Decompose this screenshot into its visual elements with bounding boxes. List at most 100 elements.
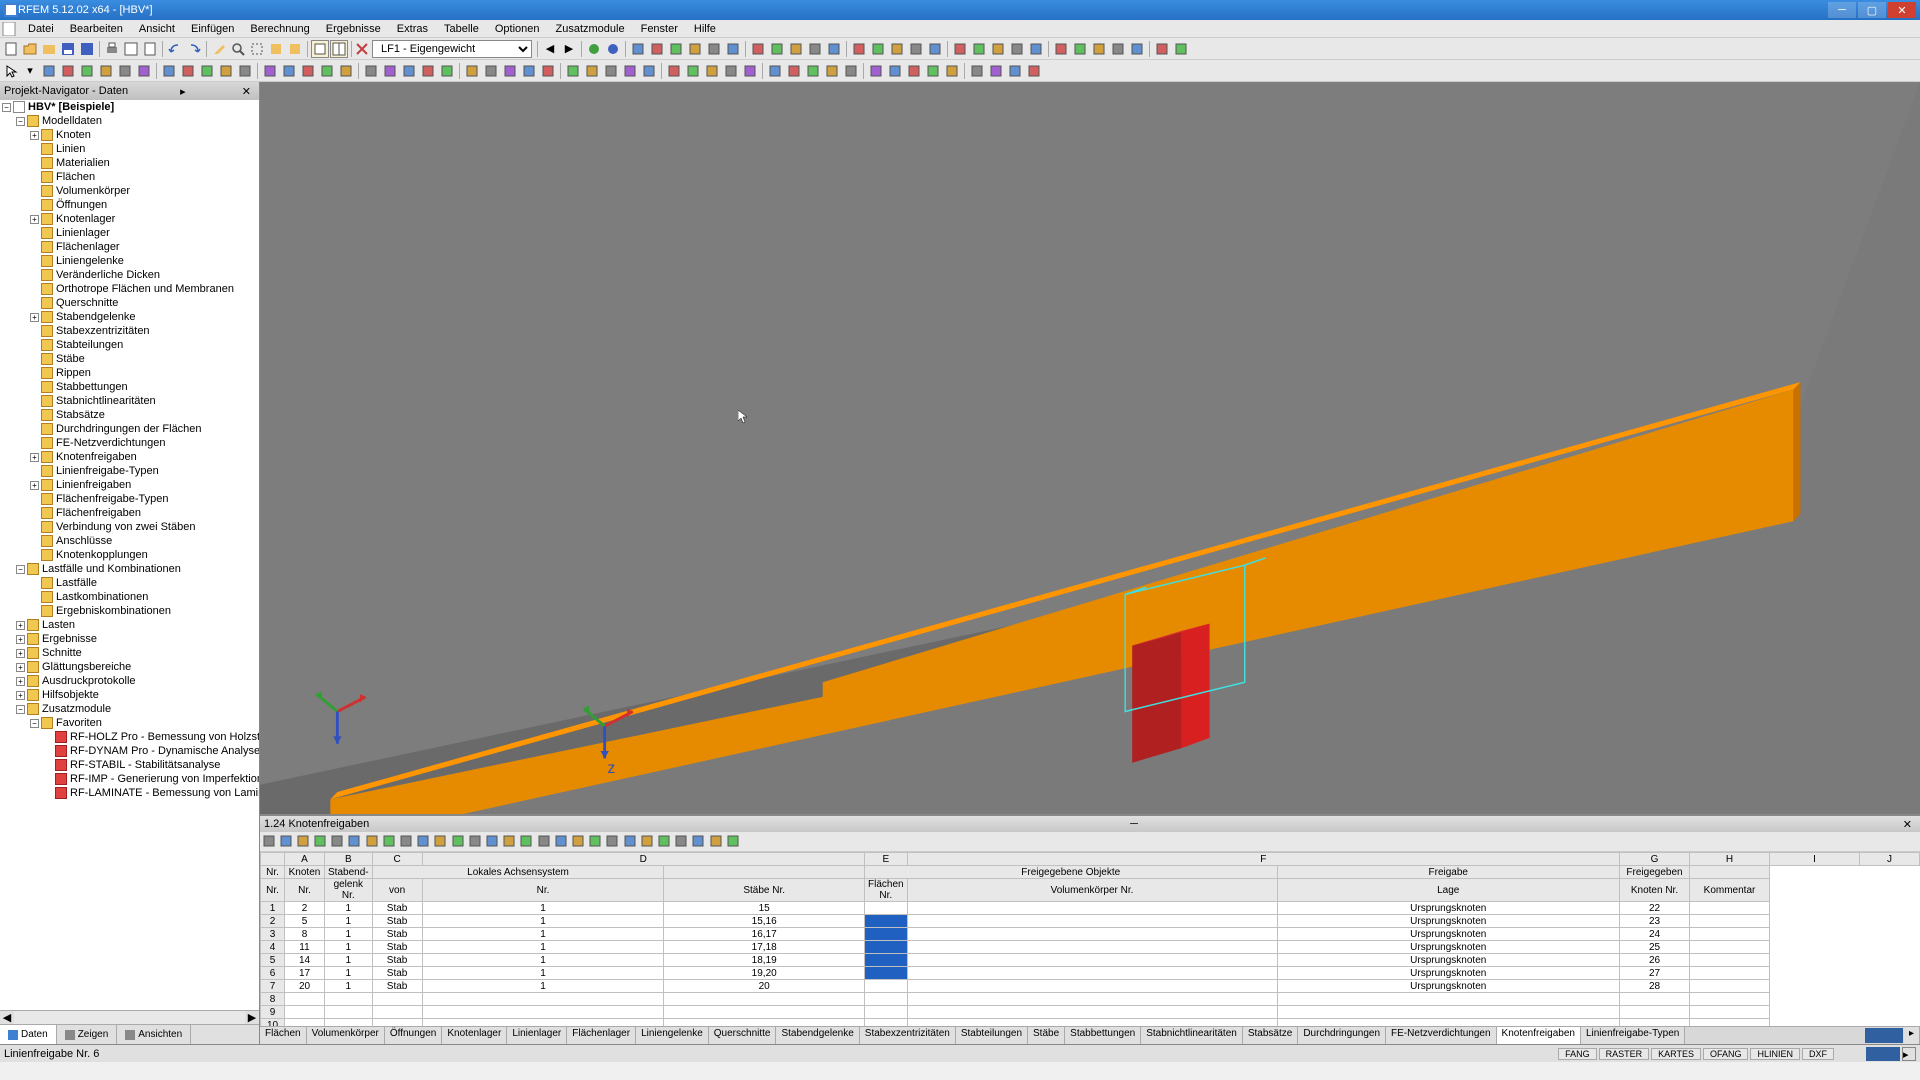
- table-cell[interactable]: [1277, 1006, 1620, 1019]
- calc-button[interactable]: [585, 40, 603, 58]
- tree-node[interactable]: Durchdringungen der Flächen: [0, 422, 259, 436]
- tree-expander[interactable]: +: [30, 131, 39, 140]
- table-cell[interactable]: 1: [422, 915, 664, 928]
- tb1-0[interactable]: [629, 40, 647, 58]
- table-tab[interactable]: Stabexzentrizitäten: [860, 1027, 956, 1044]
- table-cell[interactable]: 23: [1620, 915, 1690, 928]
- table-cell[interactable]: [907, 967, 1277, 980]
- table-cell[interactable]: 1: [422, 980, 664, 993]
- tb2-49[interactable]: [1025, 62, 1043, 80]
- tree-node[interactable]: Stabexzentrizitäten: [0, 324, 259, 338]
- tb2-0[interactable]: [40, 62, 58, 80]
- tb1-21[interactable]: [1052, 40, 1070, 58]
- table-cell[interactable]: [907, 1019, 1277, 1027]
- tree-node[interactable]: +Knotenfreigaben: [0, 450, 259, 464]
- tb1-26[interactable]: [1153, 40, 1171, 58]
- table-tab[interactable]: Durchdringungen: [1298, 1027, 1386, 1044]
- table-cell[interactable]: Ursprungsknoten: [1277, 954, 1620, 967]
- tb2-10[interactable]: [236, 62, 254, 80]
- tb2-33[interactable]: [703, 62, 721, 80]
- tree-node[interactable]: Flächenlager: [0, 240, 259, 254]
- table-tab[interactable]: Stabbettungen: [1065, 1027, 1141, 1044]
- ttb-5[interactable]: [347, 834, 363, 850]
- tree-node[interactable]: Flächenfreigaben: [0, 506, 259, 520]
- window2-button[interactable]: [330, 40, 348, 58]
- menu-fenster[interactable]: Fenster: [633, 21, 686, 37]
- tree-expander[interactable]: +: [30, 453, 39, 462]
- ttb-1[interactable]: [279, 834, 295, 850]
- tree-node[interactable]: +Schnitte: [0, 646, 259, 660]
- tree-node[interactable]: Stabbettungen: [0, 380, 259, 394]
- tree-node[interactable]: Liniengelenke: [0, 254, 259, 268]
- tree-node[interactable]: Flächen: [0, 170, 259, 184]
- tb2-32[interactable]: [684, 62, 702, 80]
- tb2-39[interactable]: [823, 62, 841, 80]
- table-cell[interactable]: [1690, 993, 1770, 1006]
- save-button[interactable]: [59, 40, 77, 58]
- tree-node[interactable]: RF-IMP - Generierung von Imperfektioner: [0, 772, 259, 786]
- table-cell[interactable]: 24: [1620, 928, 1690, 941]
- tb2-34[interactable]: [722, 62, 740, 80]
- table-close-button[interactable]: ✕: [1899, 818, 1916, 831]
- ttb-17[interactable]: [554, 834, 570, 850]
- ttb-14[interactable]: [502, 834, 518, 850]
- tree-node[interactable]: +Stabendgelenke: [0, 310, 259, 324]
- table-cell[interactable]: 1: [325, 902, 373, 915]
- undo-button[interactable]: [166, 40, 184, 58]
- ttb-4[interactable]: [330, 834, 346, 850]
- tree-node[interactable]: Ergebniskombinationen: [0, 604, 259, 618]
- tree-expander[interactable]: −: [2, 103, 11, 112]
- table-tab[interactable]: Stabteilungen: [956, 1027, 1028, 1044]
- tree-node[interactable]: +Knoten: [0, 128, 259, 142]
- table-cell[interactable]: [325, 1019, 373, 1027]
- new-button[interactable]: [2, 40, 20, 58]
- table-cell[interactable]: Ursprungsknoten: [1277, 980, 1620, 993]
- tb2-36[interactable]: [766, 62, 784, 80]
- menu-hilfe[interactable]: Hilfe: [686, 21, 724, 37]
- folder-button[interactable]: [40, 40, 58, 58]
- tb1-1[interactable]: [648, 40, 666, 58]
- tree-node[interactable]: −Zusatzmodule: [0, 702, 259, 716]
- tree-expander[interactable]: +: [30, 481, 39, 490]
- data-table[interactable]: ABCDEFGHIJNr.KnotenStabend-Lokales Achse…: [260, 852, 1920, 1026]
- table-tab[interactable]: Querschnitte: [709, 1027, 777, 1044]
- tree-node[interactable]: +Glättungsbereiche: [0, 660, 259, 674]
- menu-ergebnisse[interactable]: Ergebnisse: [318, 21, 389, 37]
- tb2-5[interactable]: [135, 62, 153, 80]
- tree-node[interactable]: Stäbe: [0, 352, 259, 366]
- tb2-35[interactable]: [741, 62, 759, 80]
- table-tab[interactable]: Knotenlager: [442, 1027, 507, 1044]
- table-cell[interactable]: [864, 993, 907, 1006]
- tb1-11[interactable]: [850, 40, 868, 58]
- table-cell[interactable]: [422, 1006, 664, 1019]
- table-cell[interactable]: 1: [422, 954, 664, 967]
- tb2-19[interactable]: [419, 62, 437, 80]
- table-tab-next[interactable]: ▸: [1904, 1027, 1920, 1044]
- table-cell[interactable]: Ursprungsknoten: [1277, 941, 1620, 954]
- status-btn[interactable]: ▸: [1902, 1047, 1916, 1061]
- table-cell[interactable]: 5: [285, 915, 325, 928]
- table-cell[interactable]: 1: [325, 915, 373, 928]
- close-button[interactable]: ✕: [1888, 2, 1916, 18]
- tb2-8[interactable]: [198, 62, 216, 80]
- table-tab[interactable]: Öffnungen: [385, 1027, 443, 1044]
- table-tab[interactable]: Flächenlager: [567, 1027, 636, 1044]
- status-toggle-kartes[interactable]: KARTES: [1651, 1048, 1701, 1060]
- tb2-30[interactable]: [640, 62, 658, 80]
- tb2-40[interactable]: [842, 62, 860, 80]
- table-cell[interactable]: [864, 915, 907, 928]
- tool-b-button[interactable]: [286, 40, 304, 58]
- table-cell[interactable]: [1690, 954, 1770, 967]
- tb1-19[interactable]: [1008, 40, 1026, 58]
- tb2-12[interactable]: [280, 62, 298, 80]
- tree-expander[interactable]: −: [16, 565, 25, 574]
- table-cell[interactable]: [907, 941, 1277, 954]
- navigator-pin-button[interactable]: ▸: [176, 85, 190, 98]
- tb1-20[interactable]: [1027, 40, 1045, 58]
- tree-node[interactable]: Anschlüsse: [0, 534, 259, 548]
- tb1-2[interactable]: [667, 40, 685, 58]
- table-cell[interactable]: [864, 902, 907, 915]
- tb2-4[interactable]: [116, 62, 134, 80]
- table-cell[interactable]: Ursprungsknoten: [1277, 928, 1620, 941]
- tree-node[interactable]: +Hilfsobjekte: [0, 688, 259, 702]
